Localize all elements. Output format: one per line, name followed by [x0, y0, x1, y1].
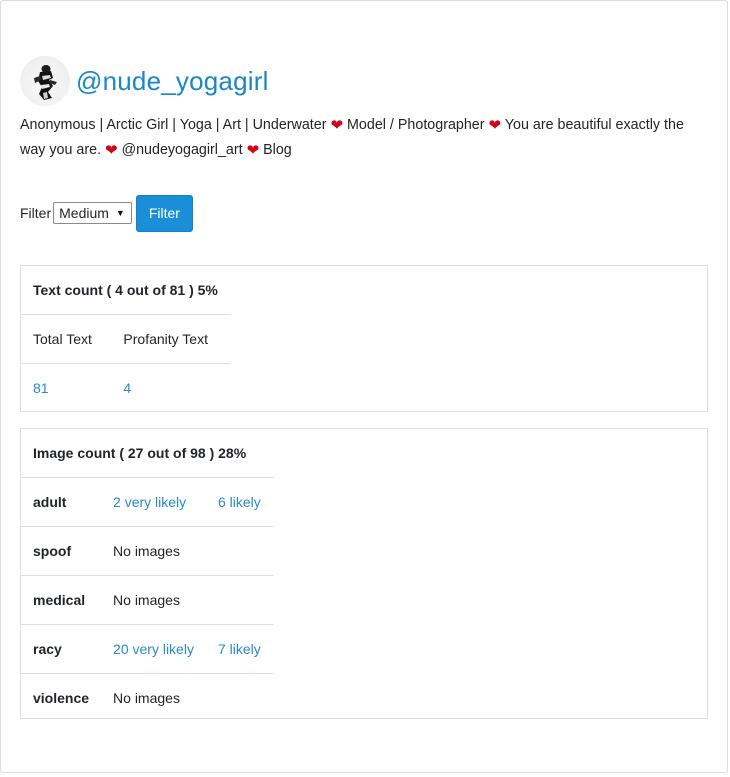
filter-bar: Filter Medium ▼ Filter	[20, 194, 193, 232]
filter-selected-value: Medium	[59, 205, 109, 221]
text-count-title: Text count ( 4 out of 81 ) 5%	[33, 282, 218, 298]
filter-level-select[interactable]: Medium ▼	[53, 202, 132, 224]
text-count-table: Text count ( 4 out of 81 ) 5% Total Text…	[21, 266, 230, 412]
filter-button[interactable]: Filter	[135, 194, 193, 232]
profile-header: @nude_yogagirl	[20, 56, 269, 106]
heart-icon: ❤	[330, 117, 344, 134]
image-count-card: Image count ( 27 out of 98 ) 28% adult 2…	[20, 428, 708, 719]
avatar-figure-icon	[34, 65, 57, 100]
category-label-spoof: spoof	[33, 543, 72, 559]
table-header-row: Image count ( 27 out of 98 ) 28%	[21, 429, 273, 478]
column-header: Profanity Text	[123, 331, 208, 347]
bio-text: @nudeyogagirl_art	[117, 141, 247, 158]
heart-icon: ❤	[246, 141, 260, 159]
bio-text: Blog	[259, 141, 292, 158]
table-row: Total Text Profanity Text	[21, 314, 230, 364]
table-row: violence No images	[21, 673, 273, 723]
heart-icon: ❤	[488, 117, 502, 134]
table-row: medical No images	[21, 575, 273, 625]
very-likely-link[interactable]: 2 very likely	[101, 478, 206, 527]
likely-link[interactable]: 7 likely	[206, 625, 273, 674]
category-label-medical: medical	[33, 592, 86, 608]
profanity-text-link[interactable]: 4	[111, 364, 229, 413]
table-header-row: Text count ( 4 out of 81 ) 5%	[21, 266, 230, 315]
total-text-link[interactable]: 81	[21, 364, 111, 413]
table-row: 81 4	[21, 363, 230, 413]
image-count-table: Image count ( 27 out of 98 ) 28% adult 2…	[21, 429, 273, 722]
bio-text: Model / Photographer	[343, 117, 489, 133]
table-row: adult 2 very likely 6 likely	[21, 477, 273, 527]
table-row: spoof No images	[21, 526, 273, 576]
no-images-text: No images	[113, 690, 180, 706]
likely-link[interactable]: 6 likely	[206, 478, 273, 527]
no-images-text: No images	[113, 592, 180, 608]
column-header: Total Text	[33, 331, 92, 347]
profile-bio: Anonymous | Arctic Girl | Yoga | Art | U…	[20, 113, 710, 162]
profile-handle-link[interactable]: @nude_yogagirl	[76, 66, 269, 97]
very-likely-link[interactable]: 20 very likely	[101, 625, 206, 674]
no-images-text: No images	[113, 543, 180, 559]
category-label-adult: adult	[33, 494, 67, 510]
heart-icon: ❤	[105, 141, 118, 159]
category-label-violence: violence	[33, 690, 90, 706]
image-count-title: Image count ( 27 out of 98 ) 28%	[33, 445, 247, 461]
table-row: racy 20 very likely 7 likely	[21, 624, 273, 674]
avatar[interactable]	[20, 56, 70, 106]
text-count-card: Text count ( 4 out of 81 ) 5% Total Text…	[20, 265, 708, 412]
category-label-racy: racy	[33, 641, 62, 657]
bio-text: Anonymous | Arctic Girl | Yoga | Art | U…	[20, 117, 331, 133]
filter-label: Filter	[20, 205, 52, 221]
chevron-down-icon: ▼	[115, 208, 125, 218]
